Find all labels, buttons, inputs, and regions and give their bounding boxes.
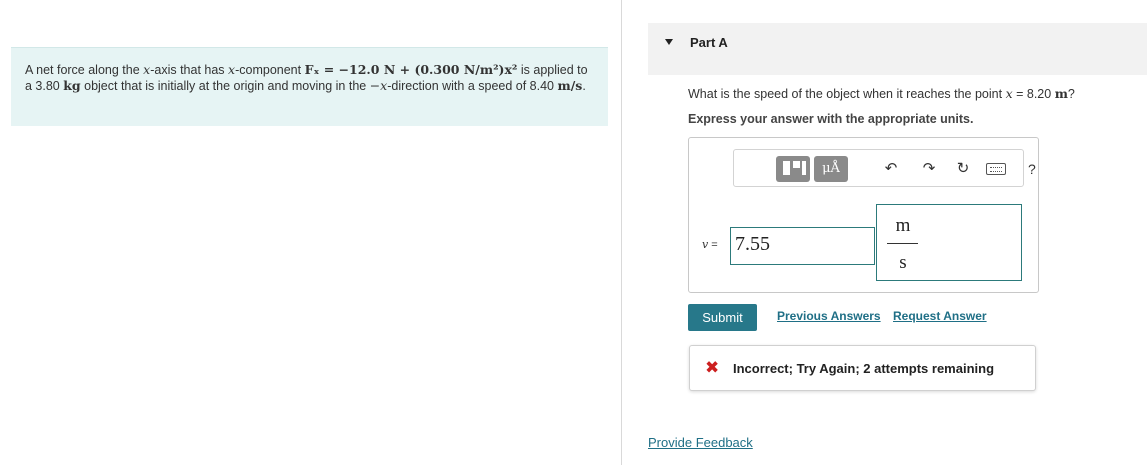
units-input[interactable]: m s: [876, 204, 1022, 281]
problem-panel: A net force along the x-axis that has x-…: [0, 0, 620, 465]
undo-icon[interactable]: ↶: [880, 156, 902, 182]
problem-text: -axis that has: [150, 63, 229, 77]
problem-text: A net force along the: [25, 63, 144, 77]
force-formula: Fₓ = −12.0 N + (0.300 N/m²)x²: [304, 62, 518, 77]
reset-icon[interactable]: ↻: [952, 156, 974, 182]
value-input[interactable]: 7.55: [730, 227, 875, 265]
problem-text: -component: [235, 63, 305, 77]
keyboard-icon[interactable]: [986, 163, 1006, 175]
templates-button[interactable]: [776, 156, 810, 182]
problem-text: .: [582, 79, 586, 93]
provide-feedback-link[interactable]: Provide Feedback: [648, 435, 753, 450]
incorrect-x-icon: ✖: [705, 358, 720, 377]
math-x: x: [1005, 86, 1013, 101]
question-suffix: ?: [1067, 87, 1075, 101]
submit-button[interactable]: Submit: [688, 304, 757, 331]
previous-answers-link[interactable]: Previous Answers: [777, 309, 881, 323]
question-prefix: What is the speed of the object when it …: [688, 87, 1006, 101]
unit-numerator[interactable]: m: [890, 215, 916, 237]
unit-kg: kg: [63, 78, 81, 93]
problem-statement: A net force along the x-axis that has x-…: [11, 47, 608, 126]
help-icon[interactable]: ?: [1028, 156, 1036, 182]
variable-label: v =: [702, 238, 718, 251]
problem-text: object that is initially at the origin a…: [80, 79, 370, 93]
fraction-bar: [887, 243, 918, 244]
feedback-message: ✖ Incorrect; Try Again; 2 attempts remai…: [689, 345, 1036, 391]
math-toolbar: μÅ ↶ ↷ ↻ ?: [733, 149, 1036, 187]
panel-divider: [621, 0, 622, 465]
collapse-caret-icon[interactable]: [665, 39, 673, 45]
problem-text: -direction with a speed of 8.40: [387, 79, 558, 93]
unit-ms: m/s: [557, 78, 583, 93]
unit-denominator[interactable]: s: [890, 252, 916, 274]
units-button[interactable]: μÅ: [814, 156, 848, 182]
part-a-label: Part A: [690, 35, 728, 50]
equals-sign: =: [708, 239, 718, 251]
request-answer-link[interactable]: Request Answer: [893, 309, 987, 323]
answer-box: μÅ ↶ ↷ ↻ ? v = 7.55 m s: [688, 137, 1039, 293]
unit-m: m: [1054, 86, 1068, 101]
part-a-header[interactable]: Part A: [648, 23, 1147, 75]
redo-icon[interactable]: ↷: [918, 156, 940, 182]
question-text: What is the speed of the object when it …: [688, 86, 1075, 101]
instruction-text: Express your answer with the appropriate…: [688, 112, 974, 126]
question-value: = 8.20: [1012, 87, 1055, 101]
feedback-text: Incorrect; Try Again; 2 attempts remaini…: [733, 361, 995, 376]
math-neg-x: −x: [369, 78, 388, 93]
